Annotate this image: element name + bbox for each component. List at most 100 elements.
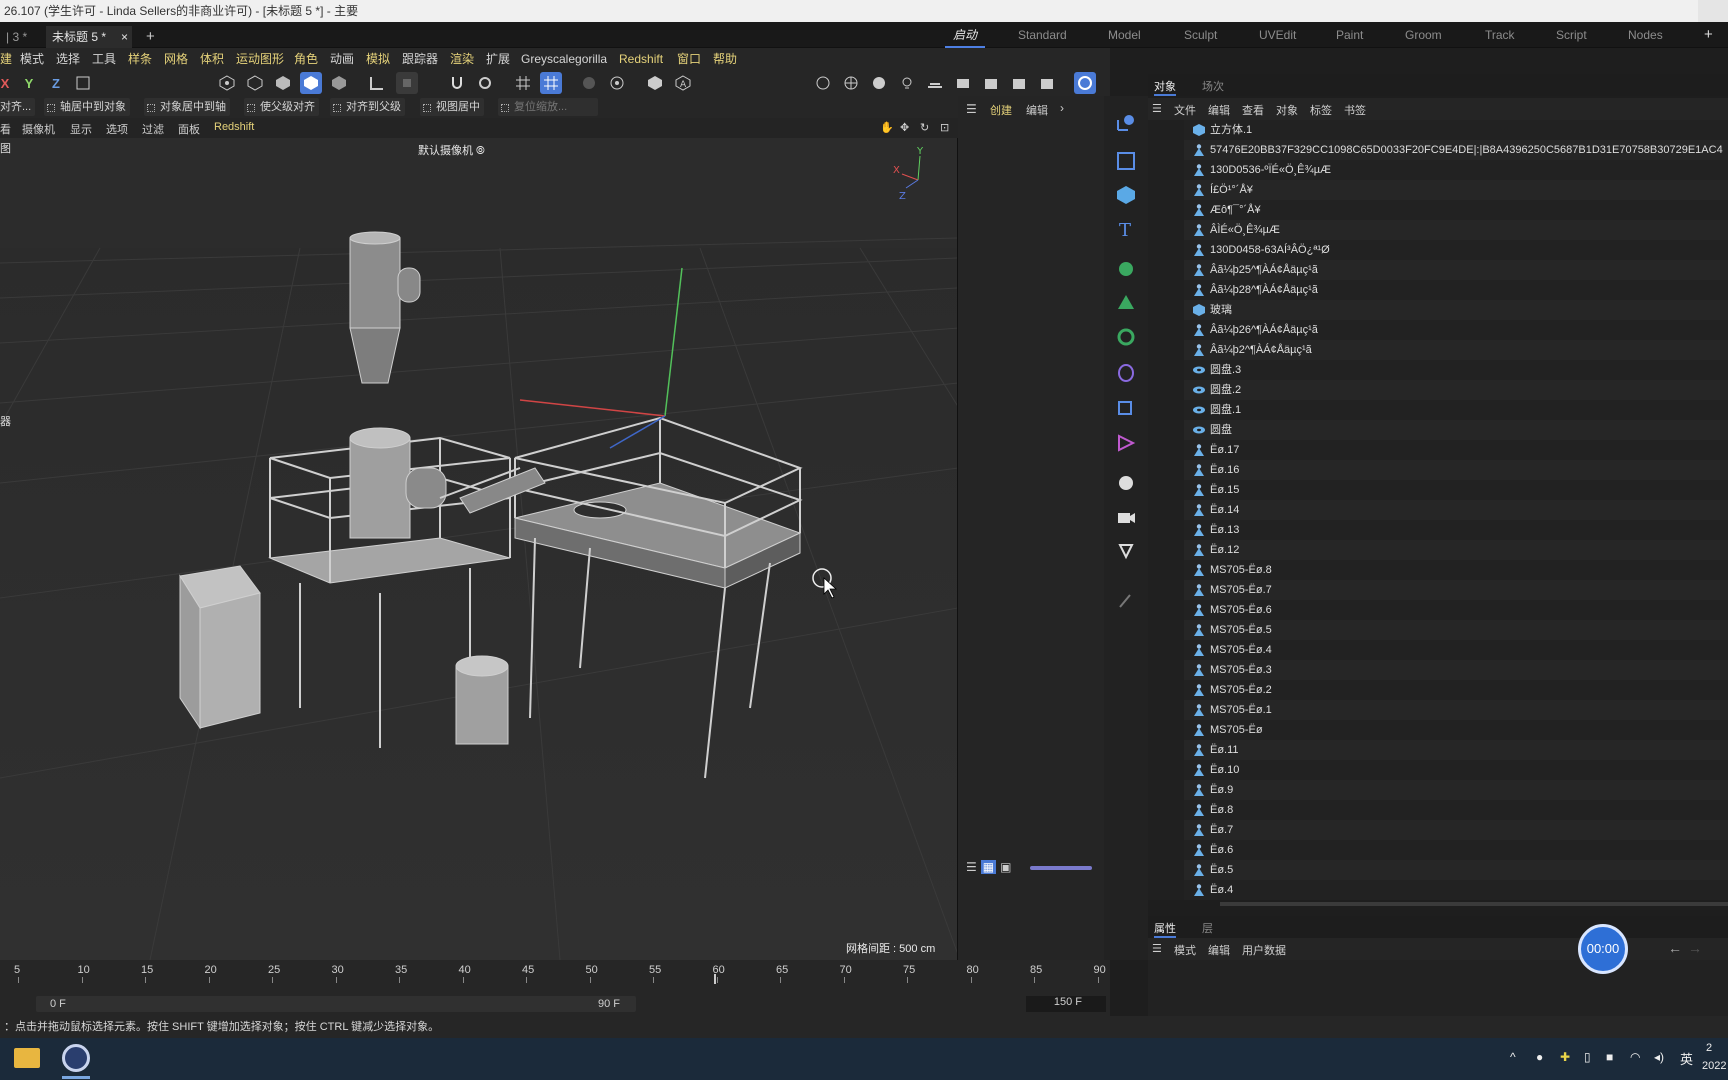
back-arrow-icon[interactable]: ←	[1668, 940, 1682, 956]
menu-item-extensions[interactable]: 扩展	[486, 51, 510, 67]
timeline-ruler[interactable]: 5 10 15 20 25 30 35 40 45 50 55 60 65 70 75 80 85 90	[0, 960, 1110, 984]
object-row[interactable]: MS705-Ëø.7	[1148, 580, 1728, 600]
menu-item-tracker[interactable]: 跟踪器	[402, 51, 438, 67]
object-row[interactable]: 57476E20BB37F329CC1098C65D0033F20FC9E4DE…	[1148, 140, 1728, 160]
menu-item-volume[interactable]: 体积	[200, 51, 224, 67]
new-tab-icon[interactable]: +	[140, 26, 161, 48]
axis-x-toggle[interactable]: X	[0, 72, 16, 94]
om-menu-view[interactable]: 查看	[1242, 102, 1264, 118]
viewport-menu-options[interactable]: 选项	[106, 121, 128, 137]
object-row[interactable]: Ëø.4	[1148, 880, 1728, 900]
object-row[interactable]: MS705-Ëø.1	[1148, 700, 1728, 720]
object-row[interactable]: MS705-Ëø.4	[1148, 640, 1728, 660]
layout-tab-script[interactable]: Script	[1556, 26, 1587, 44]
menu-item-tools[interactable]: 工具	[92, 51, 116, 67]
viewport-maximize-icon[interactable]: ⊡	[940, 121, 949, 134]
object-center-to-axis-button[interactable]: 对象居中到轴	[144, 98, 230, 116]
uv-mode-icon[interactable]	[328, 72, 350, 94]
object-row[interactable]: MS705-Ëø	[1148, 720, 1728, 740]
snap-magnet-icon[interactable]	[446, 72, 468, 94]
hamburger-menu-icon[interactable]: ☰	[966, 102, 977, 116]
layout-tab-model[interactable]: Model	[1108, 26, 1141, 44]
object-row[interactable]: Ëø.5	[1148, 860, 1728, 880]
object-row[interactable]: Ëø.9	[1148, 780, 1728, 800]
axis-z-toggle[interactable]: Z	[45, 72, 67, 94]
attr-menu-edit[interactable]: 编辑	[1208, 942, 1230, 958]
object-row[interactable]: MS705-Ëø.3	[1148, 660, 1728, 680]
menu-item-mograph[interactable]: 运动图形	[236, 51, 284, 67]
tab-attributes[interactable]: 属性	[1154, 920, 1176, 938]
reset-scale-button[interactable]: 复位缩放...	[498, 98, 598, 116]
light-icon[interactable]	[896, 72, 918, 94]
snap-settings-icon[interactable]	[474, 72, 496, 94]
solo-mode-icon[interactable]	[396, 72, 418, 94]
pen-tool-icon[interactable]	[1110, 586, 1142, 616]
axis-mode-icon[interactable]	[366, 72, 388, 94]
doc-tab-active[interactable]: 未标题 5 * ×	[46, 26, 132, 48]
add-layout-icon[interactable]: +	[1704, 26, 1713, 44]
snap-grid-icon[interactable]	[540, 72, 562, 94]
file-explorer-icon[interactable]	[14, 1048, 40, 1068]
chevron-right-icon[interactable]: ›	[1060, 101, 1064, 115]
om-menu-edit[interactable]: 编辑	[1208, 102, 1230, 118]
mograph-icon[interactable]	[1110, 288, 1142, 318]
object-row[interactable]: 圆盘.2	[1148, 380, 1728, 400]
generator-icon[interactable]	[1110, 428, 1142, 458]
object-row[interactable]: Ëø.17	[1148, 440, 1728, 460]
window-controls[interactable]	[1698, 0, 1728, 22]
tab-objects[interactable]: 对象	[1154, 78, 1176, 96]
om-menu-tags[interactable]: 标签	[1310, 102, 1332, 118]
wifi-icon[interactable]: ◠	[1630, 1050, 1640, 1064]
object-row[interactable]: Ëø.11	[1148, 740, 1728, 760]
object-row[interactable]: MS705-Ëø.6	[1148, 600, 1728, 620]
forward-arrow-icon[interactable]: →	[1688, 940, 1702, 956]
viewport-menu-view[interactable]: 看	[0, 121, 11, 137]
viewport-menu-camera[interactable]: 摄像机	[22, 121, 55, 137]
clock-date[interactable]: 2022	[1702, 1060, 1726, 1072]
floor-icon[interactable]	[924, 72, 946, 94]
grid-view-icon[interactable]: ▦	[980, 860, 997, 874]
object-row[interactable]: Ëø.10	[1148, 760, 1728, 780]
create-tab[interactable]: 创建	[990, 102, 1012, 118]
edit-tab[interactable]: 编辑	[1026, 102, 1048, 118]
object-row[interactable]: 圆盘.1	[1148, 400, 1728, 420]
render-to-picture-viewer-icon[interactable]	[1036, 72, 1058, 94]
volume-icon[interactable]: ◂)	[1654, 1050, 1664, 1064]
model-mode-icon[interactable]	[300, 72, 322, 94]
menu-item-create[interactable]: 建	[0, 51, 12, 67]
render-view-icon[interactable]	[1008, 72, 1030, 94]
layout-tab-standard[interactable]: Standard	[1018, 26, 1067, 44]
tab-layers[interactable]: 层	[1202, 920, 1213, 936]
object-row[interactable]: MS705-Ëø.8	[1148, 560, 1728, 580]
object-row[interactable]: Âã¼þ2^¶ÀÁ¢Åäµç¹ã	[1148, 340, 1728, 360]
object-row[interactable]: MS705-Ëø.5	[1148, 620, 1728, 640]
text-spline-icon[interactable]: T	[1110, 214, 1142, 244]
points-mode-icon[interactable]	[216, 72, 238, 94]
viewport-menu-panel[interactable]: 面板	[178, 121, 200, 137]
viewport-rotate-icon[interactable]: ↻	[920, 121, 929, 134]
object-row[interactable]: Ëø.6	[1148, 840, 1728, 860]
object-row[interactable]: MS705-Ëø.2	[1148, 680, 1728, 700]
text-tool-icon[interactable]: A	[672, 72, 694, 94]
object-list-scrollbar[interactable]	[1220, 902, 1728, 906]
object-row[interactable]: Ëø.8	[1148, 800, 1728, 820]
microphone-icon[interactable]: ●	[1536, 1050, 1543, 1064]
input-method-label[interactable]: 英	[1680, 1049, 1693, 1068]
polygons-mode-icon[interactable]	[272, 72, 294, 94]
object-row[interactable]: Âã¼þ28^¶ÀÁ¢Åäµç¹ã	[1148, 280, 1728, 300]
layout-tab-sculpt[interactable]: Sculpt	[1184, 26, 1217, 44]
hamburger-menu-icon[interactable]: ☰	[1152, 942, 1162, 955]
playhead[interactable]	[714, 974, 716, 984]
layout-tab-nodes[interactable]: Nodes	[1628, 26, 1663, 44]
view-center-button[interactable]: 视图居中	[420, 98, 484, 116]
object-row[interactable]: Ëø.16	[1148, 460, 1728, 480]
environment-object-icon[interactable]	[1110, 468, 1142, 498]
align-button[interactable]: 对齐...	[0, 98, 36, 116]
cube-primitive-icon[interactable]	[1110, 180, 1142, 210]
menu-item-redshift[interactable]: Redshift	[619, 51, 663, 67]
preview-range-bar[interactable]	[36, 996, 636, 1012]
lock-workplane-icon[interactable]	[578, 72, 600, 94]
menu-item-character[interactable]: 角色	[294, 51, 318, 67]
menu-item-mesh[interactable]: 网格	[164, 51, 188, 67]
axis-center-to-object-button[interactable]: 轴居中到对象	[44, 98, 130, 116]
